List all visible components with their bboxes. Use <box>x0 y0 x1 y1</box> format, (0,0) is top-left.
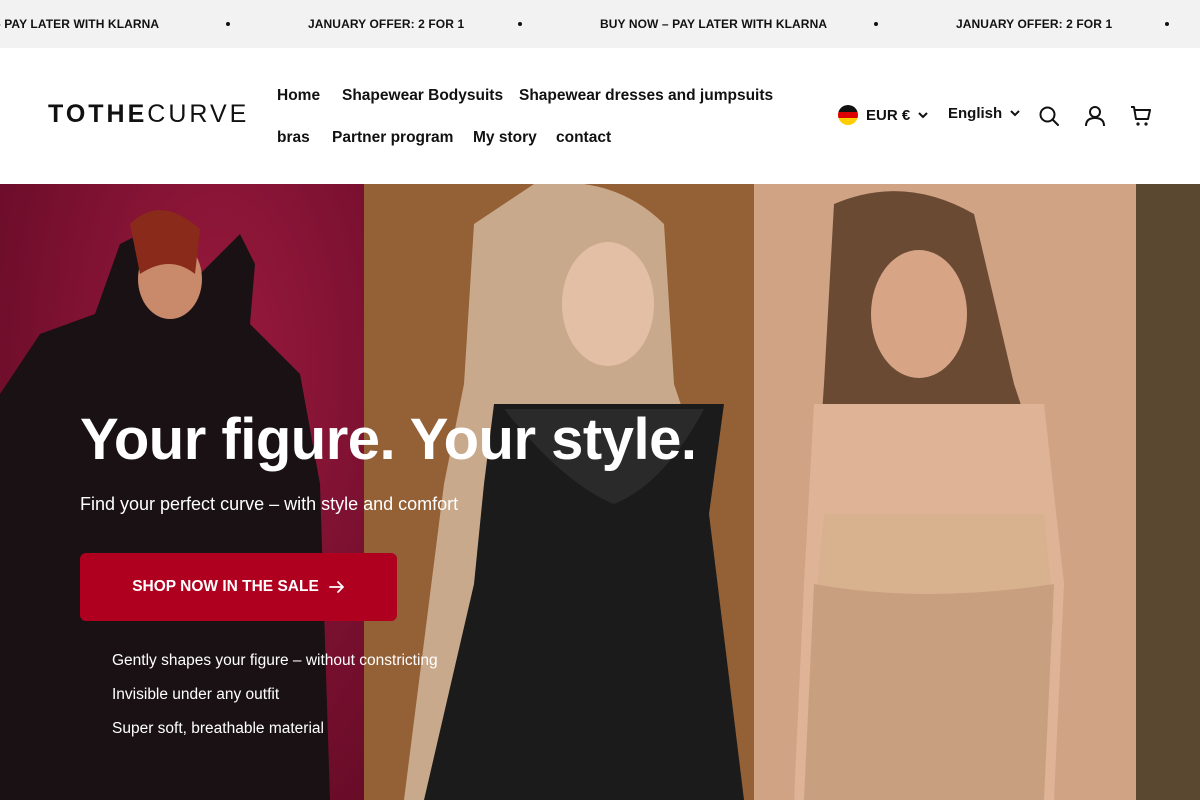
germany-flag-icon <box>838 105 858 125</box>
hero-title: Your figure. Your style. <box>80 407 697 472</box>
separator-dot <box>518 22 522 26</box>
language-label: English <box>948 105 1003 122</box>
hero-banner[interactable]: Your figure. Your style. Find your perfe… <box>0 184 1200 800</box>
hero-edge-panel <box>1136 184 1200 800</box>
shop-sale-button-label: SHOP NOW IN THE SALE <box>132 578 319 595</box>
currency-label: EUR € <box>866 106 911 124</box>
search-icon[interactable] <box>1038 105 1060 127</box>
benefit-item: Super soft, breathable material <box>112 720 324 737</box>
hero-model-photo-2 <box>364 184 754 800</box>
hero-model-photo-3 <box>754 184 1136 800</box>
language-selector[interactable]: English <box>948 105 1020 122</box>
currency-selector[interactable]: EUR € <box>838 105 928 125</box>
announcement-bar: – PAY LATER WITH KLARNA JANUARY OFFER: 2… <box>0 0 1200 48</box>
model-silhouette-black-dress <box>404 184 744 800</box>
nav-shapewear-bodysuits[interactable]: Shapewear Bodysuits <box>342 86 503 106</box>
account-icon[interactable] <box>1084 105 1106 127</box>
separator-dot <box>226 22 230 26</box>
model-silhouette-dark <box>0 210 330 800</box>
announcement-message[interactable]: BUY NOW – PAY LATER WITH KLARNA <box>600 0 827 48</box>
nav-shapewear-dresses[interactable]: Shapewear dresses and jumpsuits <box>519 86 773 106</box>
nav-home[interactable]: Home <box>277 86 320 106</box>
nav-bras[interactable]: bras <box>277 128 310 148</box>
cart-icon[interactable] <box>1130 105 1152 127</box>
brand-logo[interactable]: TOTHECURVE <box>48 100 249 128</box>
separator-dot <box>874 22 878 26</box>
benefit-item: Gently shapes your figure – without cons… <box>112 652 438 669</box>
benefit-item: Invisible under any outfit <box>112 686 280 703</box>
separator-dot <box>1165 22 1169 26</box>
hero-subtitle: Find your perfect curve – with style and… <box>80 494 459 514</box>
announcement-message[interactable]: – PAY LATER WITH KLARNA <box>0 0 159 48</box>
chevron-down-icon <box>918 111 928 118</box>
logo-light-text: CURVE <box>147 100 250 128</box>
shop-sale-button[interactable]: SHOP NOW IN THE SALE <box>80 553 397 621</box>
hero-model-photo-1 <box>0 184 364 800</box>
arrow-right-icon <box>328 581 344 593</box>
nav-my-story[interactable]: My story <box>473 128 537 148</box>
nav-partner-program[interactable]: Partner program <box>332 128 453 148</box>
site-header: TOTHECURVE Home Shapewear Bodysuits Shap… <box>0 48 1200 184</box>
nav-contact[interactable]: contact <box>556 128 611 148</box>
announcement-message[interactable]: JANUARY OFFER: 2 FOR 1 <box>956 0 1112 48</box>
model-silhouette-beige-bodysuit <box>794 191 1064 800</box>
announcement-message[interactable]: JANUARY OFFER: 2 FOR 1 <box>308 0 464 48</box>
logo-bold-text: TOTHE <box>48 100 148 128</box>
chevron-down-icon <box>1010 110 1020 117</box>
